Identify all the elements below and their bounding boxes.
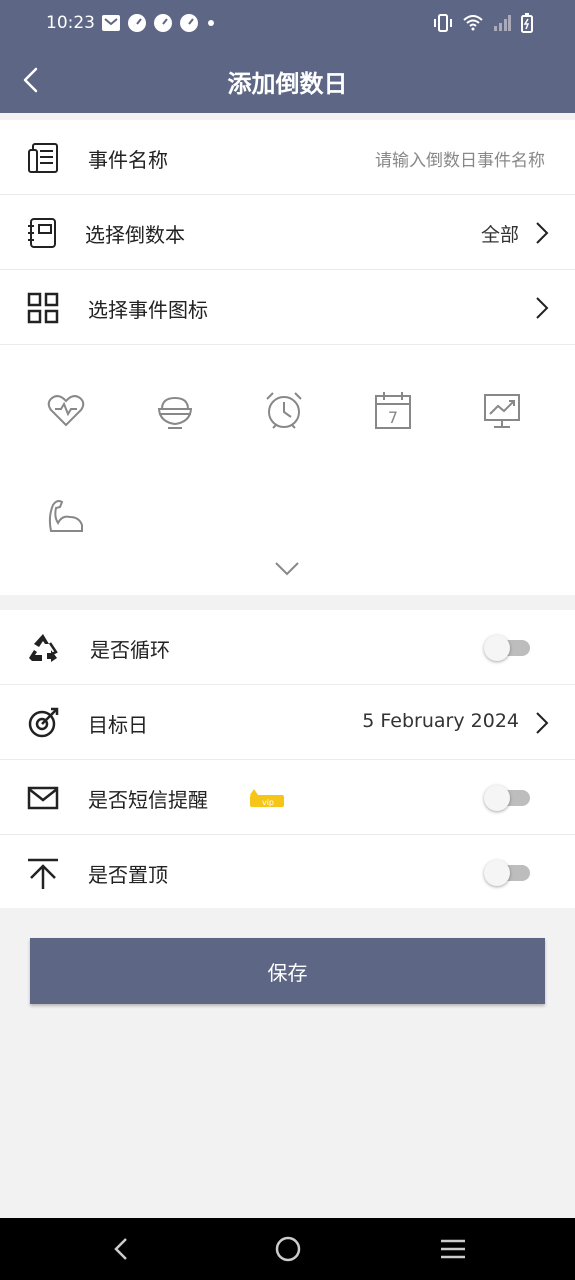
heart-icon[interactable] xyxy=(45,390,87,432)
event-icon-row[interactable]: 选择事件图标 xyxy=(0,270,575,345)
document-icon xyxy=(28,143,58,173)
event-name-input[interactable]: 请输入倒数日事件名称 xyxy=(375,146,545,171)
recycle-icon xyxy=(29,634,58,662)
page-title: 添加倒数日 xyxy=(227,70,348,98)
options-section: 是否循环 目标日 5 February 2024 是否短信提醒 vip 是否置顶 xyxy=(0,610,575,908)
event-name-row[interactable]: 事件名称 请输入倒数日事件名称 xyxy=(0,120,575,195)
app-bar: 添加倒数日 xyxy=(0,48,575,113)
target-date-value[interactable]: 5 February 2024 xyxy=(362,710,519,732)
repeat-toggle[interactable] xyxy=(484,635,530,661)
grid-icon xyxy=(27,292,59,324)
pin-top-label: 是否置顶 xyxy=(88,863,168,887)
status-time: 10:23 xyxy=(46,13,95,33)
event-name-label: 事件名称 xyxy=(88,148,168,172)
target-icon xyxy=(28,707,59,738)
vip-badge-icon: vip xyxy=(250,789,284,807)
system-icons xyxy=(433,13,533,33)
chevron-down-icon[interactable] xyxy=(274,560,300,578)
battery-icon xyxy=(521,13,533,33)
wifi-icon xyxy=(463,15,483,31)
chevron-right-icon xyxy=(536,712,549,734)
notebook-icon xyxy=(28,218,56,248)
countdown-book-value[interactable]: 全部 xyxy=(481,220,519,247)
event-icon-label: 选择事件图标 xyxy=(88,298,208,322)
sms-reminder-label: 是否短信提醒 xyxy=(88,788,208,812)
system-nav-bar xyxy=(0,1218,575,1280)
repeat-row: 是否循环 xyxy=(0,610,575,685)
nav-menu-icon[interactable] xyxy=(438,1234,468,1264)
notification-icons xyxy=(102,14,216,32)
speed-icon xyxy=(180,14,198,32)
target-date-row[interactable]: 目标日 5 February 2024 xyxy=(0,685,575,760)
pin-top-toggle[interactable] xyxy=(484,860,530,886)
sms-reminder-row: 是否短信提醒 vip xyxy=(0,760,575,835)
icon-picker-grid: 7 xyxy=(0,345,575,595)
alarm-clock-icon[interactable] xyxy=(263,390,305,432)
signal-icon xyxy=(494,15,511,31)
vibrate-icon xyxy=(434,14,452,32)
pin-top-row: 是否置顶 xyxy=(0,835,575,910)
sms-reminder-toggle[interactable] xyxy=(484,785,530,811)
speed-icon xyxy=(154,14,172,32)
countdown-book-label: 选择倒数本 xyxy=(85,223,185,247)
chart-monitor-icon[interactable] xyxy=(481,390,523,432)
gmail-icon xyxy=(102,15,120,31)
calendar-7-icon[interactable]: 7 xyxy=(372,390,414,432)
envelope-icon xyxy=(27,786,59,810)
target-date-label: 目标日 xyxy=(88,713,148,737)
pin-top-icon xyxy=(28,858,58,889)
countdown-book-row[interactable]: 选择倒数本 全部 xyxy=(0,195,575,270)
svg-text:7: 7 xyxy=(388,408,398,427)
speed-icon xyxy=(128,14,146,32)
nav-back-icon[interactable] xyxy=(107,1234,137,1264)
dot-icon xyxy=(208,20,214,26)
muscle-arm-icon[interactable] xyxy=(45,495,87,537)
chevron-right-icon xyxy=(536,222,549,244)
nav-home-icon[interactable] xyxy=(273,1234,303,1264)
vip-badge-text: vip xyxy=(262,798,274,807)
bowl-icon[interactable] xyxy=(154,390,196,432)
repeat-label: 是否循环 xyxy=(90,638,170,662)
status-bar: 10:23 xyxy=(0,0,575,48)
chevron-right-icon xyxy=(536,297,549,319)
event-details-section: 事件名称 请输入倒数日事件名称 选择倒数本 全部 选择事件图标 7 xyxy=(0,120,575,595)
save-button[interactable]: 保存 xyxy=(30,938,545,1004)
